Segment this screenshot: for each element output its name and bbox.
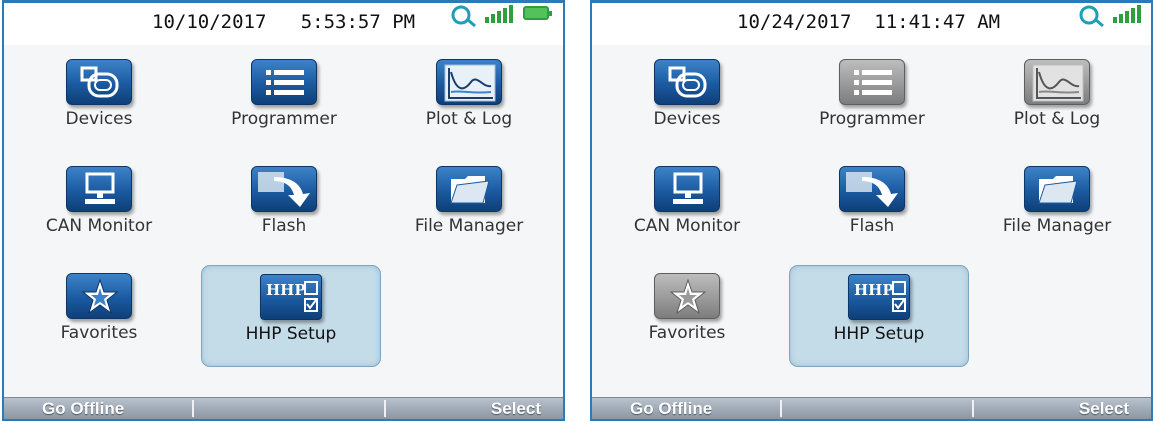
app-tile-plot-log[interactable]: Plot & Log xyxy=(379,51,559,151)
programmer-list-icon xyxy=(251,59,317,105)
plot-log-chart-icon xyxy=(436,59,502,105)
app-label: Plot & Log xyxy=(425,109,513,129)
app-tile-can-monitor[interactable]: CAN Monitor xyxy=(9,158,189,258)
app-label: Favorites xyxy=(60,323,138,343)
hhp-setup-icon: HHP xyxy=(260,274,322,320)
app-label: Programmer xyxy=(819,109,925,129)
app-grid: Devices Programmer Plot & Log CAN Monito… xyxy=(4,51,563,391)
app-tile-hhp-setup[interactable]: HHP HHP Setup xyxy=(789,265,969,367)
status-icons xyxy=(1075,3,1145,33)
app-label: Devices xyxy=(653,109,721,129)
can-monitor-computer-icon xyxy=(66,166,132,212)
signal-strength-icon xyxy=(1113,5,1141,23)
softkey-divider xyxy=(972,400,974,417)
devices-icon xyxy=(654,59,720,105)
go-offline-softkey[interactable]: Go Offline xyxy=(630,398,712,419)
handheld-screen-right: 10/24/2017 11:41:47 AM Devices Programme… xyxy=(590,0,1153,421)
app-label: Flash xyxy=(261,216,307,236)
app-tile-file-manager[interactable]: File Manager xyxy=(379,158,559,258)
status-bar: 10/24/2017 11:41:47 AM xyxy=(592,3,1151,45)
app-tile-flash[interactable]: Flash xyxy=(782,158,962,258)
app-label: File Manager xyxy=(414,216,524,236)
softkey-bar: Go Offline Select xyxy=(592,397,1151,419)
folder-icon xyxy=(1024,166,1090,212)
favorites-star-icon xyxy=(654,273,720,319)
go-offline-softkey[interactable]: Go Offline xyxy=(42,398,124,419)
select-softkey[interactable]: Select xyxy=(491,398,541,419)
folder-icon xyxy=(436,166,502,212)
handheld-screen-left: 10/10/2017 5:53:57 PM Devices Programmer… xyxy=(2,0,565,421)
signal-strength-icon xyxy=(485,5,513,23)
center-softkey[interactable] xyxy=(194,398,384,419)
app-tile-plot-log: Plot & Log xyxy=(967,51,1147,151)
favorites-star-icon xyxy=(66,273,132,319)
status-bar: 10/10/2017 5:53:57 PM xyxy=(4,3,563,45)
flash-arrow-icon xyxy=(839,166,905,212)
app-label: Flash xyxy=(849,216,895,236)
app-label: Plot & Log xyxy=(1013,109,1101,129)
app-tile-file-manager[interactable]: File Manager xyxy=(967,158,1147,258)
hhp-icon-text: HHP xyxy=(854,281,894,299)
date-time: 10/10/2017 5:53:57 PM xyxy=(152,11,416,33)
connection-icon xyxy=(451,5,476,28)
app-label: File Manager xyxy=(1002,216,1112,236)
app-label: CAN Monitor xyxy=(633,216,741,236)
app-label: HHP Setup xyxy=(245,324,337,344)
softkey-bar: Go Offline Select xyxy=(4,397,563,419)
app-label: Devices xyxy=(65,109,133,129)
app-tile-can-monitor[interactable]: CAN Monitor xyxy=(597,158,777,258)
app-label: Programmer xyxy=(231,109,337,129)
app-tile-programmer[interactable]: Programmer xyxy=(194,51,374,151)
app-label: Favorites xyxy=(648,323,726,343)
select-softkey[interactable]: Select xyxy=(1079,398,1129,419)
programmer-list-icon xyxy=(839,59,905,105)
date-time: 10/24/2017 11:41:47 AM xyxy=(737,11,1001,33)
hhp-icon-text: HHP xyxy=(266,281,306,299)
app-tile-devices[interactable]: Devices xyxy=(597,51,777,151)
app-label: HHP Setup xyxy=(833,324,925,344)
app-tile-hhp-setup[interactable]: HHP HHP Setup xyxy=(201,265,381,367)
status-icons xyxy=(447,3,557,33)
app-grid: Devices Programmer Plot & Log CAN Monito… xyxy=(592,51,1151,391)
flash-arrow-icon xyxy=(251,166,317,212)
app-tile-devices[interactable]: Devices xyxy=(9,51,189,151)
connection-icon xyxy=(1079,5,1104,28)
app-label: CAN Monitor xyxy=(45,216,153,236)
hhp-setup-icon: HHP xyxy=(848,274,910,320)
app-tile-flash[interactable]: Flash xyxy=(194,158,374,258)
softkey-divider xyxy=(384,400,386,417)
plot-log-chart-icon xyxy=(1024,59,1090,105)
battery-icon xyxy=(523,6,552,20)
app-tile-favorites[interactable]: Favorites xyxy=(9,265,189,365)
can-monitor-computer-icon xyxy=(654,166,720,212)
devices-icon xyxy=(66,59,132,105)
app-tile-programmer: Programmer xyxy=(782,51,962,151)
center-softkey[interactable] xyxy=(782,398,972,419)
app-tile-favorites: Favorites xyxy=(597,265,777,365)
